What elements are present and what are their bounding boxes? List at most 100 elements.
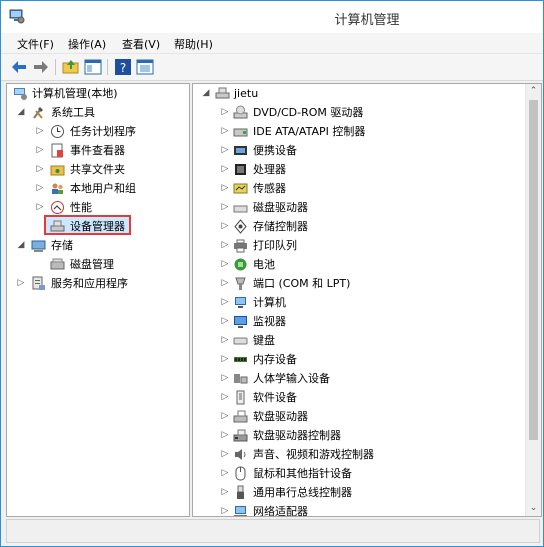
collapsed-arrow-icon[interactable]: ▷	[220, 388, 230, 407]
device-category-sensor[interactable]: ▷ 传感器	[193, 179, 523, 198]
device-category-network[interactable]: ▷ 网络适配器	[193, 502, 523, 516]
scrollbar-thumb[interactable]	[529, 100, 538, 440]
tree-label: 系统工具	[51, 106, 95, 119]
navigation-tree-pane[interactable]: 计算机管理(本地) ◢ 系统工具 ▷ 任务计划程序 ▷ 事件查看器 ▷ 共享文件…	[6, 83, 190, 517]
collapsed-arrow-icon[interactable]: ▷	[220, 103, 230, 122]
device-category-monitor[interactable]: ▷ 监视器	[193, 312, 523, 331]
device-category-portable[interactable]: ▷ 便携设备	[193, 141, 523, 160]
collapsed-arrow-icon[interactable]: ▷	[220, 160, 230, 179]
properties-icon[interactable]	[135, 57, 155, 77]
scroll-down-icon[interactable]: ⌄	[526, 501, 541, 516]
scroll-up-icon[interactable]: ⌃	[526, 84, 541, 99]
device-category-disk-drive[interactable]: ▷ 磁盘驱动器	[193, 198, 523, 217]
collapsed-arrow-icon[interactable]: ▷	[220, 483, 230, 502]
collapsed-arrow-icon[interactable]: ▷	[220, 426, 230, 445]
tree-item-event-viewer[interactable]: ▷ 事件查看器	[7, 141, 187, 160]
device-category-software-device[interactable]: ▷ 软件设备	[193, 388, 523, 407]
collapsed-arrow-icon[interactable]: ▷	[220, 179, 230, 198]
collapsed-arrow-icon[interactable]: ▷	[35, 179, 45, 198]
hid-icon	[234, 374, 248, 384]
tree-item-disk-management[interactable]: 磁盘管理	[7, 255, 187, 274]
device-category-floppy-controller[interactable]: ▷ 软盘驱动器控制器	[193, 426, 523, 445]
toolbar-separator	[107, 59, 108, 75]
device-category-processor[interactable]: ▷ 处理器	[193, 160, 523, 179]
device-category-ports[interactable]: ▷ 端口 (COM 和 LPT)	[193, 274, 523, 293]
collapsed-arrow-icon[interactable]: ▷	[16, 274, 26, 293]
disk-drive-icon	[233, 205, 248, 213]
tree-item-shared-folders[interactable]: ▷ 共享文件夹	[7, 160, 187, 179]
menu-help[interactable]: 帮助(H)	[174, 36, 213, 52]
device-category-hid[interactable]: ▷ 人体学输入设备	[193, 369, 523, 388]
computer-icon	[235, 297, 246, 308]
tools-icon	[33, 107, 43, 119]
vertical-scrollbar[interactable]: ⌃ ⌄	[525, 84, 541, 516]
collapsed-arrow-icon[interactable]: ▷	[220, 502, 230, 516]
performance-icon	[51, 201, 64, 214]
tree-item-storage[interactable]: ◢ 存储	[7, 236, 187, 255]
collapsed-arrow-icon[interactable]: ▷	[220, 198, 230, 217]
collapsed-arrow-icon[interactable]: ▷	[220, 141, 230, 160]
forward-arrow-icon[interactable]	[31, 57, 51, 77]
menu-action[interactable]: 操作(A)	[68, 36, 106, 52]
device-category-battery[interactable]: ▷ 电池	[193, 255, 523, 274]
show-hide-tree-icon[interactable]	[83, 57, 103, 77]
users-icon	[52, 183, 63, 194]
device-category-label: 鼠标和其他指针设备	[253, 467, 352, 480]
collapsed-arrow-icon[interactable]: ▷	[220, 445, 230, 464]
collapsed-arrow-icon[interactable]: ▷	[220, 312, 230, 331]
collapsed-arrow-icon[interactable]: ▷	[220, 255, 230, 274]
device-category-label: 电池	[253, 258, 275, 271]
collapsed-arrow-icon[interactable]: ▷	[220, 217, 230, 236]
device-category-dvd[interactable]: ▷ DVD/CD-ROM 驱动器	[193, 103, 523, 122]
event-viewer-icon	[51, 143, 63, 158]
collapsed-arrow-icon[interactable]: ▷	[220, 369, 230, 388]
battery-icon	[234, 258, 247, 271]
collapsed-arrow-icon[interactable]: ▷	[220, 236, 230, 255]
device-category-memory[interactable]: ▷ 内存设备	[193, 350, 523, 369]
menu-view[interactable]: 查看(V)	[122, 36, 160, 52]
device-category-label: 便携设备	[253, 144, 297, 157]
tree-item-task-scheduler[interactable]: ▷ 任务计划程序	[7, 122, 187, 141]
tree-item-device-manager[interactable]: 设备管理器	[7, 217, 187, 236]
collapsed-arrow-icon[interactable]: ▷	[220, 331, 230, 350]
back-arrow-icon[interactable]	[9, 57, 29, 77]
expanded-arrow-icon[interactable]: ◢	[16, 103, 26, 122]
up-folder-icon[interactable]	[61, 57, 81, 77]
collapsed-arrow-icon[interactable]: ▷	[220, 407, 230, 426]
tree-label: 存储	[51, 239, 73, 252]
device-category-label: 人体学输入设备	[253, 372, 330, 385]
memory-icon	[234, 357, 247, 362]
tree-item-services-apps[interactable]: ▷ 服务和应用程序	[7, 274, 187, 293]
expanded-arrow-icon[interactable]: ◢	[201, 84, 211, 103]
help-icon[interactable]: ?	[113, 57, 133, 77]
menu-file[interactable]: 文件(F)	[17, 36, 54, 52]
tree-label: 事件查看器	[70, 144, 125, 157]
device-category-sound[interactable]: ▷ 声音、视频和游戏控制器	[193, 445, 523, 464]
device-category-storage-controller[interactable]: ▷ 存储控制器	[193, 217, 523, 236]
tree-item-local-users[interactable]: ▷ 本地用户和组	[7, 179, 187, 198]
storage-controller-icon	[234, 219, 247, 234]
expanded-arrow-icon[interactable]: ◢	[16, 236, 26, 255]
computer-management-window: 计算机管理 文件(F) 操作(A) 查看(V) 帮助(H) ? 计算机管理(本地…	[0, 0, 544, 547]
device-category-floppy-drive[interactable]: ▷ 软盘驱动器	[193, 407, 523, 426]
tree-item-computer-management[interactable]: 计算机管理(本地)	[7, 84, 187, 103]
device-category-mouse[interactable]: ▷ 鼠标和其他指针设备	[193, 464, 523, 483]
collapsed-arrow-icon[interactable]: ▷	[220, 293, 230, 312]
collapsed-arrow-icon[interactable]: ▷	[220, 122, 230, 141]
collapsed-arrow-icon[interactable]: ▷	[220, 464, 230, 483]
collapsed-arrow-icon[interactable]: ▷	[35, 122, 45, 141]
device-tree-pane[interactable]: ◢ jietu ▷ DVD/CD-ROM 驱动器 ▷ IDE ATA/ATAPI…	[192, 83, 542, 517]
collapsed-arrow-icon[interactable]: ▷	[220, 350, 230, 369]
collapsed-arrow-icon[interactable]: ▷	[35, 160, 45, 179]
device-category-label: 声音、视频和游戏控制器	[253, 448, 374, 461]
collapsed-arrow-icon[interactable]: ▷	[220, 274, 230, 293]
device-category-ide[interactable]: ▷ IDE ATA/ATAPI 控制器	[193, 122, 523, 141]
device-category-print-queue[interactable]: ▷ 打印队列	[193, 236, 523, 255]
tree-item-system-tools[interactable]: ◢ 系统工具	[7, 103, 187, 122]
device-tree-root[interactable]: ◢ jietu	[193, 84, 523, 103]
device-category-keyboard[interactable]: ▷ 键盘	[193, 331, 523, 350]
device-category-computer[interactable]: ▷ 计算机	[193, 293, 523, 312]
collapsed-arrow-icon[interactable]: ▷	[35, 141, 45, 160]
device-category-usb[interactable]: ▷ 通用串行总线控制器	[193, 483, 523, 502]
port-icon	[235, 277, 246, 290]
